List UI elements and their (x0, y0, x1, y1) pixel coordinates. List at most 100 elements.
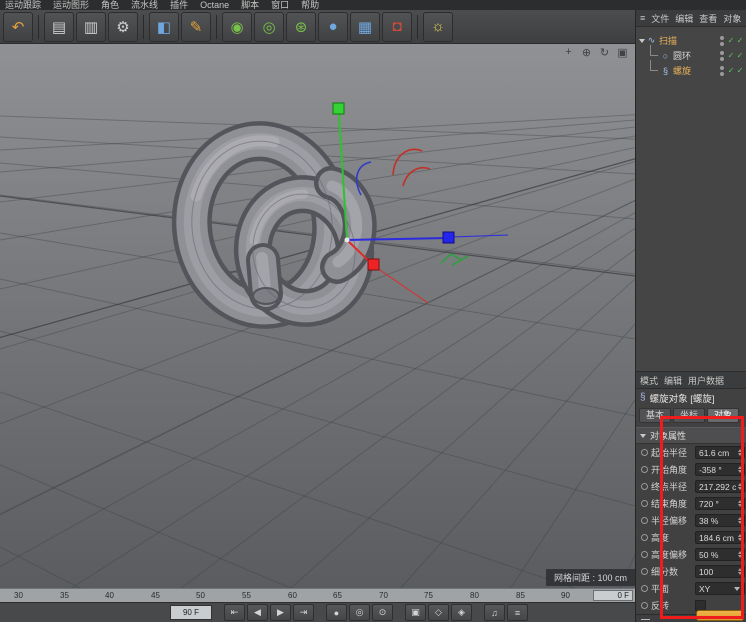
keyframe-dot-icon[interactable] (641, 483, 648, 490)
play-button[interactable]: ▶ (270, 604, 291, 621)
pen-spline-button[interactable]: ✎ (181, 12, 211, 42)
enable-check-icon[interactable]: ✓ (727, 67, 735, 75)
render-picture-viewer-button[interactable]: ▥ (76, 12, 106, 42)
undo-button[interactable]: ↶ (3, 12, 33, 42)
end-frame-field[interactable]: 90 F (170, 605, 212, 620)
sweep-generator-button[interactable]: ◎ (254, 12, 284, 42)
axis-x-handle[interactable] (368, 259, 379, 270)
keyframe-dot-icon[interactable] (641, 500, 648, 507)
om-menu-file[interactable]: 文件 (651, 12, 669, 25)
spinner-arrows-icon[interactable] (738, 466, 742, 473)
enable-check-icon[interactable]: ✓ (727, 52, 735, 60)
spinner-arrows-icon[interactable] (738, 551, 742, 558)
current-frame-field[interactable]: 0 F (593, 590, 633, 601)
viewport-canvas[interactable] (0, 44, 635, 589)
prev-frame-button[interactable]: ◀ (247, 604, 268, 621)
keyframe-dot-icon[interactable] (641, 534, 648, 541)
light-button[interactable]: ☼ (423, 12, 453, 42)
keyframe-dot-icon[interactable] (641, 466, 648, 473)
tab-object[interactable]: 对象 (707, 408, 739, 423)
render-settings-button[interactable]: ⚙ (108, 12, 138, 42)
keyframe-dot-icon[interactable] (641, 568, 648, 575)
plane-dropdown[interactable]: XY (695, 582, 745, 595)
sound-button[interactable]: ♫ (484, 604, 505, 621)
zoom-view-icon[interactable]: ⊕ (580, 46, 593, 59)
camera-button[interactable]: ◘ (382, 12, 412, 42)
axis-origin-handle[interactable] (345, 238, 350, 243)
menu-window[interactable]: 窗口 (271, 0, 289, 10)
pan-view-icon[interactable]: + (562, 46, 575, 59)
spinner-arrows-icon[interactable] (738, 483, 742, 490)
end-radius-input[interactable]: 217.292 c (695, 480, 745, 493)
menu-plugins[interactable]: 插件 (170, 0, 188, 10)
highlighted-button[interactable] (696, 610, 744, 621)
helix-sweep-object[interactable] (184, 134, 363, 316)
tab-coordinates[interactable]: 坐标 (673, 408, 705, 423)
add-cube-button[interactable]: ◧ (149, 12, 179, 42)
height-input[interactable]: 184.6 cm (695, 531, 745, 544)
menu-help[interactable]: 帮助 (301, 0, 319, 10)
mograph-array-button[interactable]: ▦ (350, 12, 380, 42)
section-header-object-properties[interactable]: 对象属性 (636, 427, 746, 444)
spinner-arrows-icon[interactable] (738, 534, 742, 541)
options-button[interactable]: ≡ (507, 604, 528, 621)
enable-check-icon[interactable]: ✓ (727, 37, 735, 45)
end-angle-input[interactable]: 720 ° (695, 497, 745, 510)
panel-menu-icon[interactable]: ≡ (640, 13, 645, 23)
om-menu-view[interactable]: 查看 (699, 12, 717, 25)
add-sphere-button[interactable]: ● (318, 12, 348, 42)
am-menu-edit[interactable]: 编辑 (664, 374, 682, 387)
height-bias-input[interactable]: 50 % (695, 548, 745, 561)
rotate-view-icon[interactable]: ↻ (598, 46, 611, 59)
visibility-dots[interactable] (720, 51, 724, 61)
menu-motion-tracker[interactable]: 运动跟踪 (5, 0, 41, 10)
am-menu-userdata[interactable]: 用户数据 (688, 374, 724, 387)
keyframe-scale-button[interactable]: ◇ (428, 604, 449, 621)
start-radius-input[interactable]: 61.6 cm (695, 446, 745, 459)
timeline-ruler[interactable]: 30 35 40 45 50 55 60 65 70 75 80 85 90 0… (0, 588, 635, 603)
subdivision-surface-button[interactable]: ◉ (222, 12, 252, 42)
spinner-arrows-icon[interactable] (738, 517, 742, 524)
record-options-button[interactable]: ⊙ (372, 604, 393, 621)
expand-icon[interactable] (638, 37, 646, 45)
keyframe-rotation-button[interactable]: ◈ (451, 604, 472, 621)
goto-end-button[interactable]: ⇥ (293, 604, 314, 621)
menu-character[interactable]: 角色 (101, 0, 119, 10)
om-menu-object[interactable]: 对象 (723, 12, 741, 25)
radial-bias-input[interactable]: 38 % (695, 514, 745, 527)
enable-check-icon[interactable]: ✓ (736, 67, 744, 75)
render-view-button[interactable]: ▤ (44, 12, 74, 42)
autokey-button[interactable]: ◎ (349, 604, 370, 621)
menu-mograph[interactable]: 运动图形 (53, 0, 89, 10)
spinner-arrows-icon[interactable] (738, 449, 742, 456)
keyframe-position-button[interactable]: ▣ (405, 604, 426, 621)
menu-script[interactable]: 脚本 (241, 0, 259, 10)
goto-start-button[interactable]: ⇤ (224, 604, 245, 621)
axis-z-handle[interactable] (443, 232, 454, 243)
tab-basic[interactable]: 基本 (639, 408, 671, 423)
keyframe-dot-icon[interactable] (641, 449, 648, 456)
subdivision-input[interactable]: 100 (695, 565, 745, 578)
spinner-arrows-icon[interactable] (738, 500, 742, 507)
record-keyframe-button[interactable]: ● (326, 604, 347, 621)
maximize-view-icon[interactable]: ▣ (616, 46, 629, 59)
keyframe-dot-icon[interactable] (641, 602, 648, 609)
keyframe-dot-icon[interactable] (641, 517, 648, 524)
object-row-helix[interactable]: § 螺旋 ✓ ✓ (636, 63, 746, 78)
menu-pipeline[interactable]: 流水线 (131, 0, 158, 10)
start-angle-input[interactable]: -358 ° (695, 463, 745, 476)
keyframe-dot-icon[interactable] (641, 551, 648, 558)
spinner-arrows-icon[interactable] (738, 568, 742, 575)
am-menu-mode[interactable]: 模式 (640, 374, 658, 387)
viewport-3d[interactable]: + ⊕ ↻ ▣ 网格间距 : 100 cm (0, 44, 635, 589)
visibility-dots[interactable] (720, 36, 724, 46)
deformer-button[interactable]: ⊛ (286, 12, 316, 42)
axis-y-handle[interactable] (333, 103, 344, 114)
visibility-dots[interactable] (720, 66, 724, 76)
om-menu-edit[interactable]: 编辑 (675, 12, 693, 25)
property-row-subdivision: 细分数 100 (636, 563, 746, 580)
keyframe-dot-icon[interactable] (641, 585, 648, 592)
menu-octane[interactable]: Octane (200, 0, 229, 10)
enable-check-icon[interactable]: ✓ (736, 52, 744, 60)
enable-check-icon[interactable]: ✓ (736, 37, 744, 45)
